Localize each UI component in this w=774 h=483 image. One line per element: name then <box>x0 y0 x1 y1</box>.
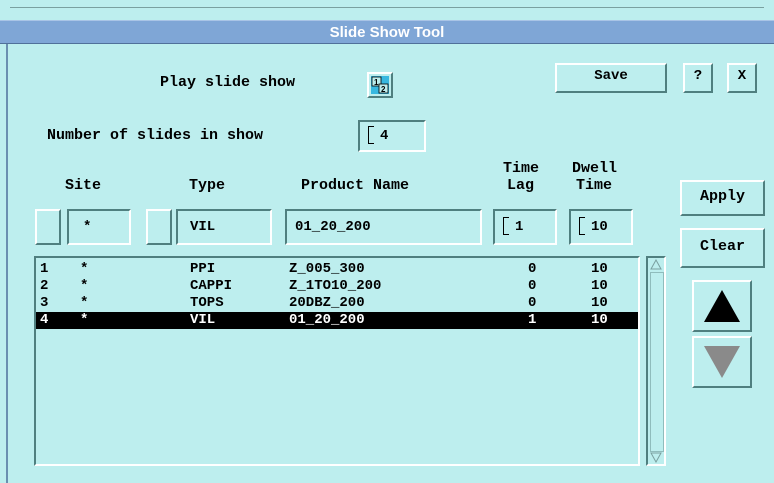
move-up-button[interactable] <box>692 280 752 332</box>
clear-button[interactable]: Clear <box>680 228 765 268</box>
type-toggle-button[interactable] <box>146 209 172 245</box>
row-product: 01_20_200 <box>289 312 365 328</box>
row-number: 4 <box>40 312 49 328</box>
dwell-time-value: 10 <box>591 219 608 235</box>
row-site: * <box>80 278 89 294</box>
num-slides-label: Number of slides in show <box>47 127 264 144</box>
play-slideshow-label: Play slide show <box>160 74 296 91</box>
product-name-input[interactable]: 01_20_200 <box>285 209 482 245</box>
window-top-strip <box>0 0 774 20</box>
row-lag: 0 <box>528 261 537 277</box>
row-number: 2 <box>40 278 49 294</box>
time-lag-input[interactable]: 1 <box>493 209 557 245</box>
site-input[interactable]: * <box>67 209 131 245</box>
type-input[interactable]: VIL <box>176 209 272 245</box>
row-dwell: 10 <box>591 295 608 311</box>
time-lag-value: 1 <box>515 219 524 235</box>
row-product: Z_005_300 <box>289 261 365 277</box>
table-row-selected[interactable]: 4 * VIL 01_20_200 1 10 <box>36 312 638 329</box>
scroll-down-arrow-icon[interactable] <box>650 452 662 463</box>
row-site: * <box>80 261 89 277</box>
row-number: 3 <box>40 295 49 311</box>
column-header-dwell-line1: Dwell <box>572 160 618 177</box>
window-titlebar[interactable]: Slide Show Tool <box>0 20 774 44</box>
row-site: * <box>80 312 89 328</box>
row-site: * <box>80 295 89 311</box>
row-type: PPI <box>190 261 216 277</box>
slides-icon: 1 2 <box>371 76 389 94</box>
close-button[interactable]: X <box>727 63 757 93</box>
text-cursor-icon <box>368 126 374 145</box>
row-number: 1 <box>40 261 49 277</box>
site-toggle-button[interactable] <box>35 209 61 245</box>
row-type: CAPPI <box>190 278 233 294</box>
column-header-time-lag-line1: Time <box>503 160 540 177</box>
row-lag: 0 <box>528 278 537 294</box>
apply-button[interactable]: Apply <box>680 180 765 216</box>
column-header-site: Site <box>65 177 102 194</box>
table-row[interactable]: 3 * TOPS 20DBZ_200 0 10 <box>36 295 638 312</box>
num-slides-value: 4 <box>380 128 389 144</box>
row-lag: 0 <box>528 295 537 311</box>
row-product: 20DBZ_200 <box>289 295 365 311</box>
table-row[interactable]: 1 * PPI Z_005_300 0 10 <box>36 261 638 278</box>
play-slideshow-button[interactable]: 1 2 <box>367 72 393 98</box>
triangle-down-icon <box>704 346 740 378</box>
column-header-time-lag-line2: Lag <box>507 177 535 194</box>
text-cursor-icon <box>503 217 509 236</box>
column-header-product: Product Name <box>301 177 410 194</box>
column-header-type: Type <box>189 177 226 194</box>
column-header-dwell-line2: Time <box>576 177 613 194</box>
num-slides-field: 4 <box>358 120 426 152</box>
svg-text:2: 2 <box>381 85 386 94</box>
help-button[interactable]: ? <box>683 63 713 93</box>
table-row[interactable]: 2 * CAPPI Z_1TO10_200 0 10 <box>36 278 638 295</box>
triangle-up-icon <box>704 290 740 322</box>
save-button[interactable]: Save <box>555 63 667 93</box>
svg-text:1: 1 <box>374 78 379 87</box>
scroll-up-arrow-icon[interactable] <box>650 259 662 270</box>
row-type: TOPS <box>190 295 224 311</box>
row-type: VIL <box>190 312 216 328</box>
row-dwell: 10 <box>591 312 608 328</box>
scroll-track[interactable] <box>650 272 664 452</box>
move-down-button[interactable] <box>692 336 752 388</box>
row-dwell: 10 <box>591 278 608 294</box>
row-lag: 1 <box>528 312 537 328</box>
row-dwell: 10 <box>591 261 608 277</box>
list-scrollbar[interactable] <box>646 256 666 466</box>
text-cursor-icon <box>579 217 585 236</box>
dwell-time-input[interactable]: 10 <box>569 209 633 245</box>
row-product: Z_1TO10_200 <box>289 278 382 294</box>
top-border-line <box>10 7 764 8</box>
slide-list[interactable]: 1 * PPI Z_005_300 0 10 2 * CAPPI Z_1TO10… <box>34 256 640 466</box>
